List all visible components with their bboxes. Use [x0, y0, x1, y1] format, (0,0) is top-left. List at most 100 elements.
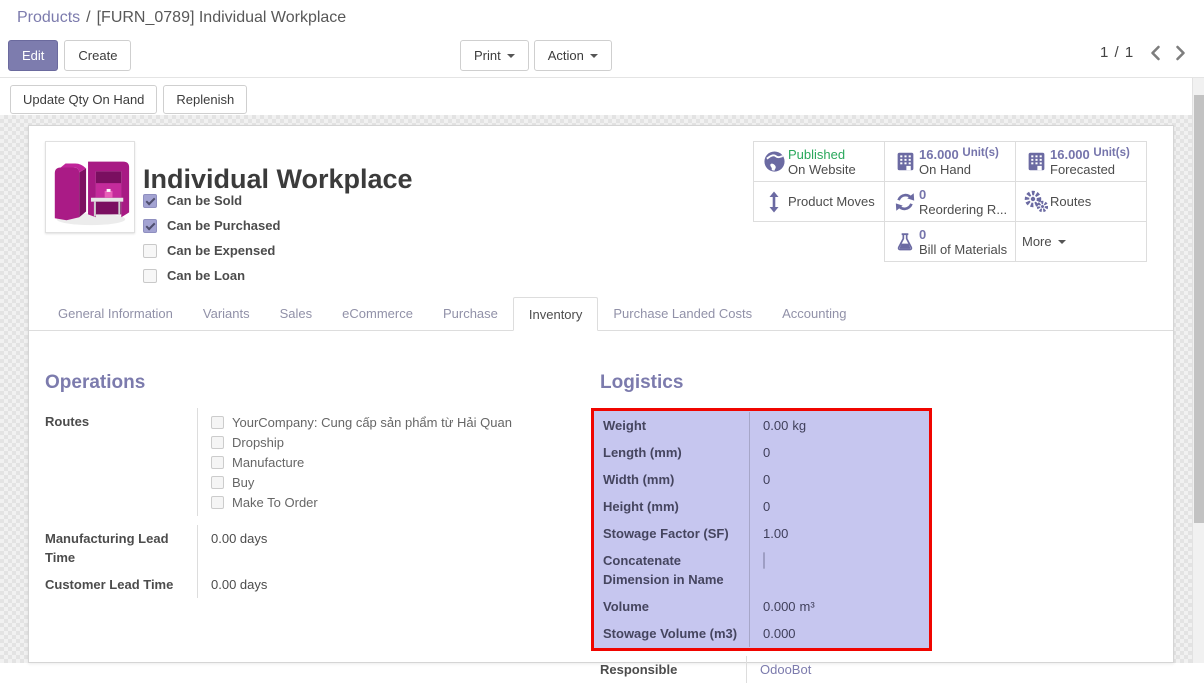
- stat-button-reordering-rules[interactable]: 0 Reordering R...: [884, 181, 1016, 222]
- tab-purchase-landed-costs[interactable]: Purchase Landed Costs: [598, 297, 767, 330]
- scrollbar-track[interactable]: [1192, 78, 1204, 663]
- weight-value: 0.00kg: [749, 412, 929, 439]
- stat-button-box: Published On Website 16.000 Unit(s) On H…: [754, 142, 1148, 262]
- tab-accounting[interactable]: Accounting: [767, 297, 861, 330]
- weight-row: Weight 0.00kg: [594, 412, 929, 439]
- caret-down-icon: [590, 54, 598, 58]
- highlighted-logistics-box: Weight 0.00kg Length (mm) 0 Width (mm) 0…: [591, 408, 932, 651]
- route-option-buy: Buy: [211, 472, 550, 492]
- customer-lead-time-value: 0.00 days: [197, 571, 550, 598]
- print-dropdown-button[interactable]: Print: [460, 40, 529, 71]
- can-be-sold-checkbox[interactable]: [143, 194, 157, 208]
- can-be-purchased-checkbox[interactable]: [143, 219, 157, 233]
- stat-button-on-website[interactable]: Published On Website: [753, 141, 885, 182]
- notebook-tabs: General Information Variants Sales eComm…: [29, 297, 1173, 331]
- route-manufacture-checkbox[interactable]: [211, 456, 224, 469]
- tab-sales[interactable]: Sales: [265, 297, 328, 330]
- flag-can-be-expensed: Can be Expensed: [143, 238, 280, 263]
- action-dropdown-button[interactable]: Action: [534, 40, 612, 71]
- volume-row: Volume 0.000m³: [594, 593, 929, 620]
- workplace-booth-image: [46, 142, 134, 232]
- product-image: [45, 141, 135, 233]
- height-row: Height (mm) 0: [594, 493, 929, 520]
- route-make-to-order-checkbox[interactable]: [211, 496, 224, 509]
- width-value: 0: [749, 466, 929, 493]
- length-value: 0: [749, 439, 929, 466]
- logistics-title: Logistics: [591, 372, 932, 394]
- caret-down-icon: [507, 54, 515, 58]
- caret-down-icon: [1058, 240, 1066, 244]
- responsible-user-link[interactable]: OdooBot: [760, 662, 811, 677]
- tab-variants[interactable]: Variants: [188, 297, 265, 330]
- stat-button-bill-of-materials[interactable]: 0 Bill of Materials: [884, 221, 1016, 262]
- scrollbar-thumb[interactable]: [1194, 95, 1204, 523]
- stat-button-forecasted[interactable]: 16.000 Unit(s) Forecasted: [1015, 141, 1147, 182]
- refresh-icon: [891, 191, 919, 213]
- route-dropship-checkbox[interactable]: [211, 436, 224, 449]
- pager: 1 / 1: [1100, 44, 1186, 61]
- flag-can-be-purchased: Can be Purchased: [143, 213, 280, 238]
- route-option-manufacture: Manufacture: [211, 452, 550, 472]
- route-option-dropship: Dropship: [211, 432, 550, 452]
- breadcrumb-current: [FURN_0789] Individual Workplace: [97, 9, 347, 26]
- control-panel: Products / [FURN_0789] Individual Workplac…: [0, 0, 1204, 115]
- create-button[interactable]: Create: [64, 40, 131, 71]
- globe-icon: [760, 150, 788, 173]
- tab-purchase[interactable]: Purchase: [428, 297, 513, 330]
- concatenate-dimension-row: Concatenate Dimension in Name: [594, 547, 929, 593]
- edit-button[interactable]: Edit: [8, 40, 58, 71]
- flask-icon: [891, 231, 919, 253]
- route-option-yourcompany: YourCompany: Cung cấp sản phẩm từ Hải Qu…: [211, 412, 550, 432]
- stat-button-on-hand[interactable]: 16.000 Unit(s) On Hand: [884, 141, 1016, 182]
- operations-group: Operations Routes YourCompany: Cung cấp …: [45, 372, 550, 598]
- routes-field-row: Routes YourCompany: Cung cấp sản phẩm từ…: [45, 408, 550, 516]
- building-icon: [891, 151, 919, 172]
- route-option-make-to-order: Make To Order: [211, 492, 550, 512]
- logistics-group: Logistics Weight 0.00kg Length (mm) 0 Wi…: [591, 372, 932, 683]
- customer-lead-time-row: Customer Lead Time 0.00 days: [45, 571, 550, 598]
- gears-icon: [1022, 190, 1050, 214]
- routes-field-value: YourCompany: Cung cấp sản phẩm từ Hải Qu…: [197, 408, 550, 516]
- volume-value: 0.000m³: [749, 593, 929, 620]
- stat-button-more[interactable]: More: [1015, 221, 1147, 262]
- stowage-volume-value: 0.000: [749, 620, 929, 647]
- route-buy-checkbox[interactable]: [211, 476, 224, 489]
- breadcrumb-separator: /: [86, 9, 90, 26]
- height-value: 0: [749, 493, 929, 520]
- can-be-expensed-checkbox[interactable]: [143, 244, 157, 258]
- route-yourcompany-checkbox[interactable]: [211, 416, 224, 429]
- building-icon: [1022, 151, 1050, 172]
- stowage-factor-row: Stowage Factor (SF) 1.00: [594, 520, 929, 547]
- routes-field-label: Routes: [45, 408, 197, 516]
- stowage-factor-value: 1.00: [749, 520, 929, 547]
- breadcrumb-products-link[interactable]: Products: [17, 9, 80, 26]
- length-row: Length (mm) 0: [594, 439, 929, 466]
- can-be-loan-checkbox[interactable]: [143, 269, 157, 283]
- product-flags: Can be Sold Can be Purchased Can be Expe…: [143, 188, 280, 288]
- stat-grid-spacer: [753, 221, 885, 262]
- stowage-volume-row: Stowage Volume (m3) 0.000: [594, 620, 929, 647]
- chevron-right-icon[interactable]: [1175, 45, 1186, 61]
- operations-title: Operations: [45, 372, 550, 394]
- chevron-left-icon[interactable]: [1150, 45, 1161, 61]
- concatenate-dimension-checkbox[interactable]: [763, 552, 765, 569]
- breadcrumb: Products / [FURN_0789] Individual Workplac…: [17, 9, 346, 27]
- product-form-sheet: Individual Workplace Can be Sold Can be …: [28, 125, 1174, 663]
- manufacturing-lead-time-value: 0.00 days: [197, 525, 550, 571]
- divider: [0, 77, 1204, 78]
- manufacturing-lead-time-row: Manufacturing Lead Time 0.00 days: [45, 525, 550, 571]
- tab-general-information[interactable]: General Information: [43, 297, 188, 330]
- update-qty-on-hand-button[interactable]: Update Qty On Hand: [10, 85, 157, 114]
- concatenate-dimension-value: [749, 547, 929, 593]
- responsible-row: Responsible OdooBot: [591, 656, 932, 683]
- stat-button-routes[interactable]: Routes: [1015, 181, 1147, 222]
- replenish-button[interactable]: Replenish: [163, 85, 247, 114]
- flag-can-be-sold: Can be Sold: [143, 188, 280, 213]
- stat-button-product-moves[interactable]: Product Moves: [753, 181, 885, 222]
- tab-ecommerce[interactable]: eCommerce: [327, 297, 428, 330]
- tab-inventory[interactable]: Inventory: [513, 297, 598, 331]
- width-row: Width (mm) 0: [594, 466, 929, 493]
- responsible-value: OdooBot: [746, 656, 932, 683]
- pager-value: 1 / 1: [1100, 44, 1134, 61]
- flag-can-be-loan: Can be Loan: [143, 263, 280, 288]
